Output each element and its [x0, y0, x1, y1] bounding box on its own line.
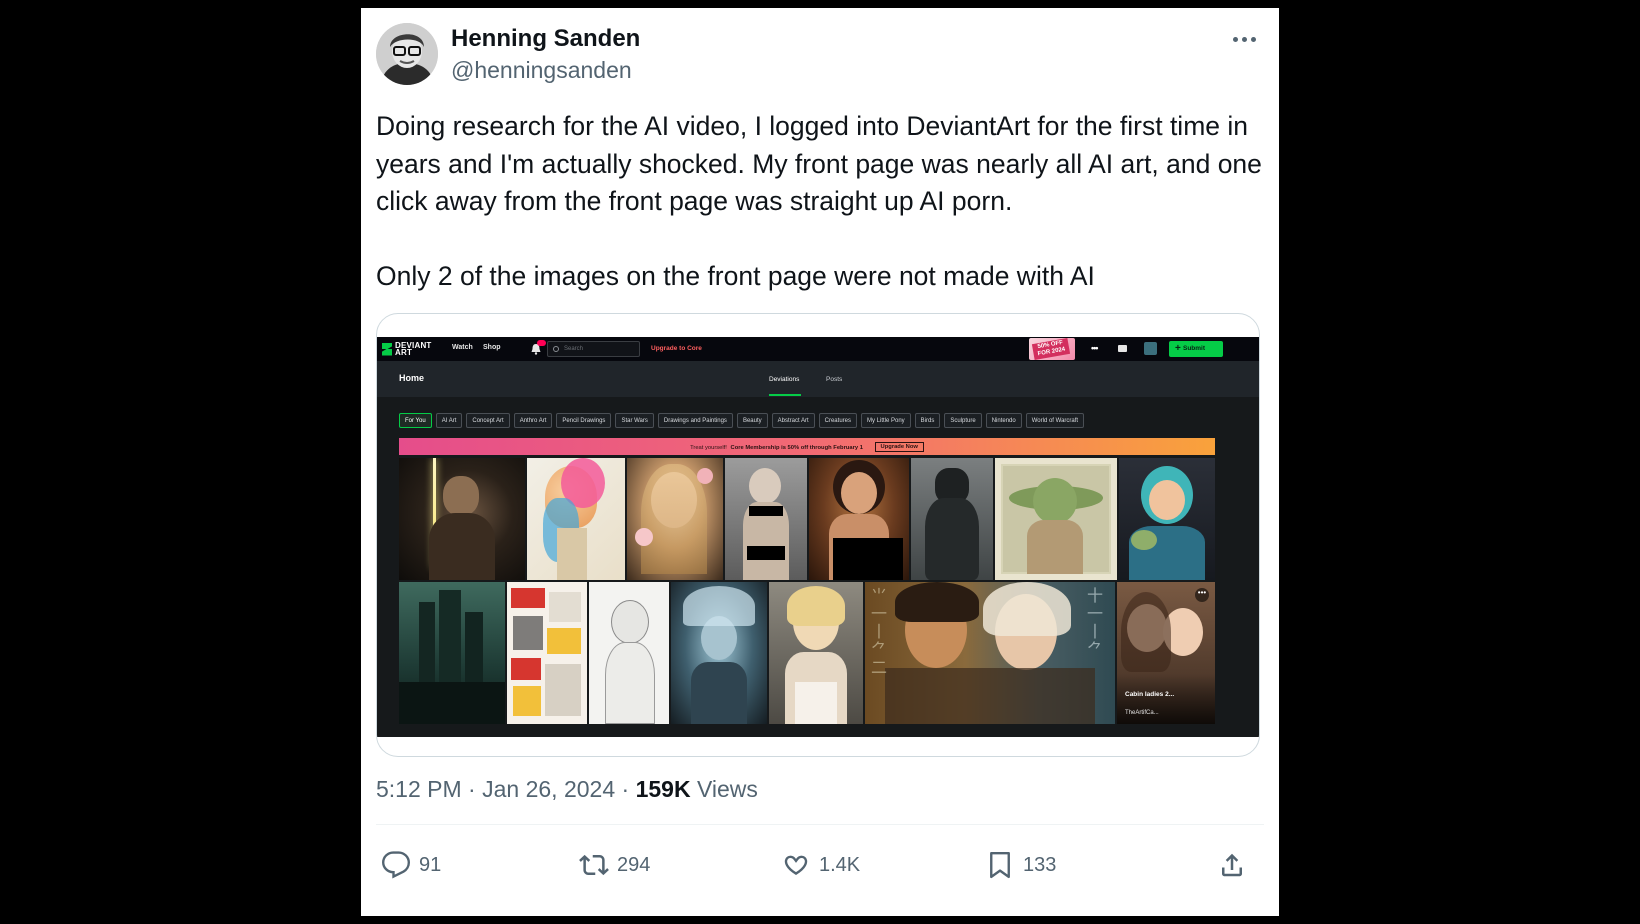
art-tile — [527, 458, 625, 580]
da-logo: DEVIANT ART — [382, 341, 433, 357]
author-handle[interactable]: @henningsanden — [451, 57, 632, 84]
da-category-chip: Concept Art — [466, 413, 510, 428]
reply-button[interactable]: 91 — [381, 850, 441, 880]
da-upgrade-link: Upgrade to Core — [651, 345, 702, 352]
da-mail-icon — [1118, 345, 1127, 352]
censor-bar — [749, 506, 783, 516]
da-banner-text: Treat yourself! — [690, 445, 727, 451]
da-promo-badge: 50% OFF FOR 2024 — [1029, 337, 1075, 361]
da-category-chip: For You — [399, 413, 432, 428]
share-button[interactable] — [1217, 850, 1247, 880]
art-tile — [911, 458, 993, 580]
reply-icon — [382, 851, 411, 879]
da-sub-header: Home Deviations Posts — [377, 361, 1259, 397]
tweet-time[interactable]: 5:12 PM — [376, 776, 462, 802]
da-promo-text: 50% OFF FOR 2024 — [1031, 337, 1071, 361]
tweet-text: Doing research for the AI video, I logge… — [376, 108, 1266, 296]
tile-more-icon: ••• — [1195, 588, 1209, 602]
art-tile — [399, 458, 525, 580]
da-submit-button: Submit — [1169, 341, 1223, 357]
art-tile — [769, 582, 863, 724]
da-category-chip: My Little Pony — [860, 413, 911, 428]
tile-title: Cabin ladies 2... — [1125, 691, 1175, 698]
da-category-chip: World of Warcraft — [1025, 413, 1085, 428]
tweet-paragraph: Only 2 of the images on the front page w… — [376, 261, 1095, 291]
da-logo-icon — [382, 342, 392, 356]
da-search-field: Search — [547, 341, 640, 357]
da-category-chip: Creatures — [818, 413, 857, 428]
retweet-button[interactable]: 294 — [579, 850, 650, 880]
da-tab-deviations: Deviations — [769, 376, 800, 383]
meta-separator: · — [621, 776, 636, 802]
divider — [376, 824, 1264, 825]
art-tile — [995, 458, 1117, 580]
da-category-chip: Birds — [914, 413, 941, 428]
da-search-placeholder: Search — [564, 346, 584, 352]
retweet-count: 294 — [617, 853, 651, 876]
tweet-metadata: 5:12 PM · Jan 26, 2024 · 159K Views — [376, 776, 758, 803]
da-top-bar: DEVIANT ART Watch Shop Search Upgrade to… — [377, 337, 1259, 361]
art-tile — [399, 582, 505, 724]
deviantart-screenshot: DEVIANT ART Watch Shop Search Upgrade to… — [377, 337, 1259, 737]
da-category-chip: AI Art — [435, 413, 463, 428]
share-icon — [1222, 853, 1242, 877]
art-tile — [1119, 458, 1215, 580]
reply-count: 91 — [419, 853, 442, 876]
views-count: 159K — [635, 776, 691, 802]
da-category-chip: Drawings and Paintings — [657, 413, 733, 428]
da-page-title: Home — [399, 373, 425, 383]
art-tile — [809, 458, 909, 580]
da-nav-watch: Watch — [452, 344, 473, 351]
da-tab-posts: Posts — [826, 376, 843, 383]
art-tile — [589, 582, 669, 724]
da-category-chip: Anthro Art — [513, 413, 553, 428]
da-category-chip: Sculpture — [944, 413, 982, 428]
da-category-chip: Beauty — [736, 413, 768, 428]
like-count: 1.4K — [819, 853, 861, 876]
da-more-icon: ••• — [1091, 343, 1099, 353]
da-banner-cta: Upgrade Now — [874, 442, 924, 452]
da-category-chips: For You AI Art Concept Art Anthro Art Pencil… — [399, 413, 1085, 428]
art-tile — [507, 582, 587, 724]
da-category-chip: Abstract Art — [771, 413, 815, 428]
art-tile: ⺌⼀⼁⺈⼆ ⼗⼀⼁⺈ — [865, 582, 1115, 724]
da-promo-banner: Treat yourself! Core Membership is 50% o… — [399, 438, 1215, 455]
da-category-chip: Pencil Drawings — [556, 413, 612, 428]
ellipsis-icon[interactable] — [1227, 26, 1261, 52]
da-banner-bold: Core Membership is 50% off through Febru… — [730, 445, 863, 451]
bookmark-count: 133 — [1023, 853, 1057, 876]
art-tile — [671, 582, 767, 724]
da-category-chip: Star Wars — [615, 413, 654, 428]
art-tile: ••• Cabin ladies 2... TheArtifCa... — [1117, 582, 1215, 724]
da-search-icon — [553, 346, 559, 352]
views-label: Views — [696, 776, 758, 802]
censor-bar — [833, 538, 903, 580]
bookmark-icon — [990, 851, 1010, 879]
author-name[interactable]: Henning Sanden — [451, 25, 640, 53]
meta-separator: · — [468, 776, 483, 802]
da-logo-text: DEVIANT ART — [395, 341, 432, 357]
tweet-paragraph: Doing research for the AI video, I logge… — [376, 111, 1262, 216]
like-icon — [784, 855, 808, 875]
da-bell-icon — [530, 340, 546, 355]
tweet-date[interactable]: Jan 26, 2024 — [482, 776, 615, 802]
da-user-avatar — [1144, 342, 1157, 355]
tile-author: TheArtifCa... — [1125, 710, 1159, 716]
attached-image[interactable]: DEVIANT ART Watch Shop Search Upgrade to… — [376, 313, 1260, 757]
da-category-chip: Nintendo — [985, 413, 1022, 428]
retweet-icon — [579, 854, 609, 876]
art-tile — [725, 458, 807, 580]
author-avatar[interactable] — [376, 23, 438, 85]
tweet-card: Henning Sanden @henningsanden Doing rese… — [361, 8, 1279, 916]
bookmark-button[interactable]: 133 — [985, 850, 1056, 880]
art-tile — [627, 458, 723, 580]
da-tab-indicator — [769, 394, 801, 396]
da-nav-shop: Shop — [483, 344, 501, 351]
like-button[interactable]: 1.4K — [781, 850, 860, 880]
censor-bar — [747, 546, 785, 560]
